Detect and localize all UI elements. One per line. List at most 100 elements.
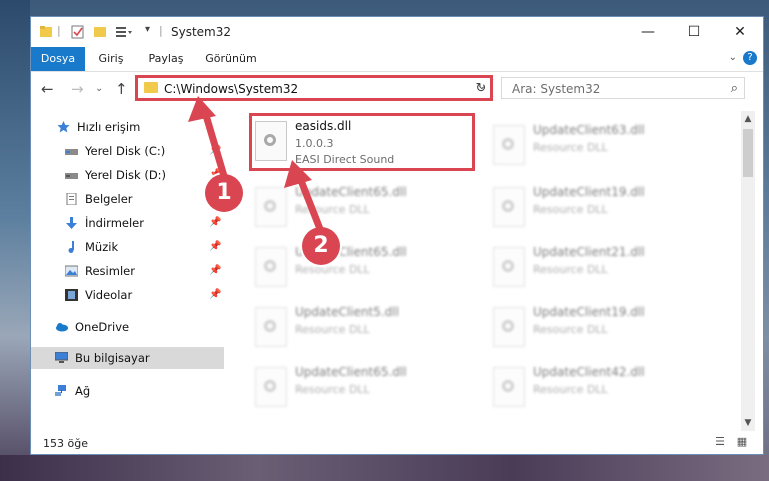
file-item[interactable]: UpdateClient65.dll Resource DLL — [251, 361, 471, 413]
file-description: Resource DLL — [533, 323, 608, 336]
dll-file-icon — [255, 367, 287, 407]
pictures-icon — [65, 265, 78, 277]
file-highlight-box — [249, 113, 475, 171]
pin-icon[interactable]: 📌 — [209, 284, 221, 306]
minimize-button[interactable]: — — [625, 17, 671, 47]
dll-file-icon — [255, 187, 287, 227]
tab-giris[interactable]: Giriş — [89, 47, 133, 71]
navigation-pane: Hızlı erişim Yerel Disk (C:) 📌 Yerel Dis… — [31, 111, 224, 431]
view-options-icon[interactable] — [115, 24, 133, 40]
maximize-button[interactable]: ☐ — [671, 17, 717, 47]
help-icon[interactable]: ? — [743, 51, 757, 65]
file-description: Resource DLL — [295, 203, 370, 216]
sidebar-item-quick-access[interactable]: Hızlı erişim — [31, 116, 224, 138]
sidebar-item-downloads[interactable]: İndirmeler 📌 — [31, 212, 224, 234]
sidebar-item-network[interactable]: Ağ — [31, 380, 224, 402]
sidebar-item-onedrive[interactable]: OneDrive — [31, 316, 224, 338]
sidebar-item-pictures[interactable]: Resimler 📌 — [31, 260, 224, 282]
tab-dosya[interactable]: Dosya — [31, 47, 85, 71]
dll-file-icon — [493, 247, 525, 287]
file-item[interactable]: UpdateClient5.dll Resource DLL — [251, 301, 471, 353]
file-name: UpdateClient63.dll — [533, 123, 645, 137]
file-name: UpdateClient65.dll — [295, 185, 407, 199]
file-item[interactable]: UpdateClient42.dll Resource DLL — [489, 361, 709, 413]
file-item[interactable]: UpdateClient63.dll Resource DLL — [489, 119, 709, 171]
folder-icon — [40, 26, 52, 37]
sidebar-item-label: Videolar — [85, 288, 133, 302]
ribbon-tabs: Dosya Giriş Paylaş Görünüm ⌄ ? — [31, 47, 763, 72]
download-icon — [66, 217, 77, 229]
sidebar-item-local-disk-c[interactable]: Yerel Disk (C:) 📌 — [31, 140, 224, 162]
qa-separator: | — [159, 24, 163, 37]
sidebar-item-local-disk-d[interactable]: Yerel Disk (D:) 📌 — [31, 164, 224, 186]
sidebar-item-label: OneDrive — [75, 320, 130, 334]
file-item[interactable]: UpdateClient21.dll Resource DLL — [489, 241, 709, 293]
sidebar-item-music[interactable]: Müzik 📌 — [31, 236, 224, 258]
up-arrow-icon[interactable]: ↑ — [115, 80, 128, 98]
forward-arrow-icon[interactable]: → — [71, 80, 84, 98]
dll-file-icon — [255, 307, 287, 347]
dll-file-icon — [493, 187, 525, 227]
properties-icon[interactable] — [71, 24, 85, 40]
file-name: UpdateClient65.dll — [295, 365, 407, 379]
details-view-icon[interactable]: ☰ — [713, 436, 727, 448]
recent-locations-chevron-icon[interactable]: ⌄ — [95, 83, 103, 94]
item-count: 153 öğe — [43, 437, 88, 450]
search-icon[interactable]: ⌕ — [731, 81, 738, 96]
pin-icon[interactable]: 📌 — [209, 212, 221, 234]
navigation-bar: ← → ⌄ ↑ C:\Windows\System32 ⌄ ↻ Ara: Sys… — [31, 71, 763, 107]
title-bar: | ▾ | System32 — ☐ ✕ — [31, 17, 763, 47]
drive-icon — [65, 149, 78, 155]
file-description: Resource DLL — [295, 323, 370, 336]
drive-icon — [65, 173, 78, 179]
tab-paylas[interactable]: Paylaş — [139, 47, 193, 71]
vertical-scrollbar[interactable]: ▲ ▼ — [741, 111, 755, 431]
scrollbar-thumb[interactable] — [743, 129, 753, 177]
dll-file-icon — [255, 247, 287, 287]
step-marker-1: 1 — [205, 174, 243, 212]
sidebar-item-label: Müzik — [85, 240, 119, 254]
file-description: Resource DLL — [533, 203, 608, 216]
scroll-down-arrow-icon[interactable]: ▼ — [741, 415, 755, 431]
file-name: UpdateClient19.dll — [533, 185, 645, 199]
sidebar-item-label: Yerel Disk (D:) — [85, 168, 167, 182]
large-icons-view-icon[interactable]: ▦ — [735, 436, 749, 448]
customize-toolbar-chevron-icon[interactable]: ▾ — [145, 24, 150, 40]
step-marker-2: 2 — [302, 227, 340, 265]
dll-file-icon — [493, 367, 525, 407]
pin-icon[interactable]: 📌 — [209, 140, 221, 162]
music-icon — [68, 241, 74, 253]
back-arrow-icon[interactable]: ← — [41, 80, 54, 98]
close-button[interactable]: ✕ — [717, 17, 763, 47]
file-description: Resource DLL — [533, 263, 608, 276]
file-name: UpdateClient21.dll — [533, 245, 645, 259]
scroll-up-arrow-icon[interactable]: ▲ — [741, 111, 755, 127]
sidebar-item-label: Yerel Disk (C:) — [85, 144, 166, 158]
sidebar-item-label: Bu bilgisayar — [75, 351, 150, 365]
pin-icon[interactable]: 📌 — [209, 236, 221, 258]
computer-icon — [55, 352, 68, 363]
tab-gorunum[interactable]: Görünüm — [199, 47, 263, 71]
sidebar-item-label: Hızlı erişim — [77, 120, 141, 134]
new-folder-icon[interactable] — [93, 24, 107, 40]
file-description: Resource DLL — [533, 141, 608, 154]
desktop-background — [0, 0, 30, 481]
expand-ribbon-chevron-icon[interactable]: ⌄ — [729, 52, 737, 63]
videos-icon — [65, 289, 78, 301]
desktop-background-bottom — [0, 455, 769, 481]
file-item[interactable]: UpdateClient65.dll Resource DLL — [251, 241, 471, 293]
documents-icon — [66, 193, 77, 205]
file-item[interactable]: UpdateClient19.dll Resource DLL — [489, 181, 709, 233]
file-item[interactable]: UpdateClient19.dll Resource DLL — [489, 301, 709, 353]
status-bar: 153 öğe ☰ ▦ — [31, 431, 763, 455]
sidebar-item-videos[interactable]: Videolar 📌 — [31, 284, 224, 306]
search-input[interactable]: Ara: System32 ⌕ — [501, 77, 745, 99]
sidebar-item-label: Belgeler — [85, 192, 133, 206]
sidebar-item-label: İndirmeler — [85, 216, 144, 230]
sidebar-item-this-pc[interactable]: Bu bilgisayar — [31, 347, 224, 369]
pin-icon[interactable]: 📌 — [209, 260, 221, 282]
file-item[interactable]: UpdateClient65.dll Resource DLL — [251, 181, 471, 233]
window-title: System32 — [171, 25, 232, 39]
sidebar-item-documents[interactable]: Belgeler 📌 — [31, 188, 224, 210]
dll-file-icon — [493, 125, 525, 165]
